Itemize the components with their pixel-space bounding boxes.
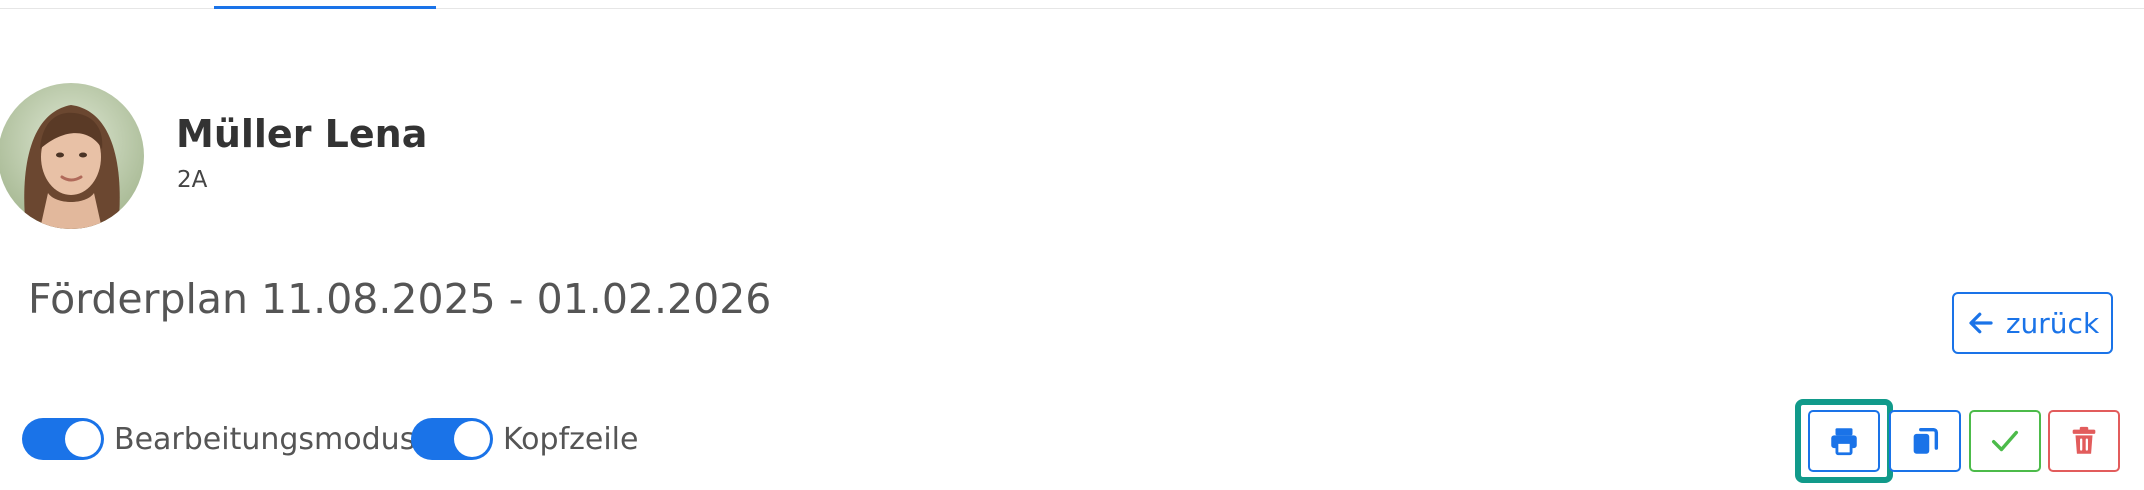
edit-mode-toggle-group: Bearbeitungsmodus (22, 418, 415, 460)
printer-icon (1831, 428, 1857, 456)
copy-icon (1913, 427, 1939, 454)
toggle-knob (454, 421, 490, 457)
active-tab-indicator (214, 6, 436, 9)
delete-button[interactable] (2048, 410, 2120, 472)
edit-mode-label: Bearbeitungsmodus (114, 421, 416, 457)
student-avatar (0, 83, 144, 229)
trash-icon (2072, 426, 2096, 454)
student-name: Müller Lena (176, 112, 428, 156)
edit-mode-toggle[interactable] (22, 418, 104, 460)
student-class: 2A (177, 167, 208, 193)
print-button[interactable] (1808, 410, 1880, 472)
arrow-left-icon (1969, 312, 1993, 334)
toggle-knob (65, 421, 101, 457)
avatar-portrait-icon (0, 83, 144, 229)
check-icon (1991, 430, 2019, 452)
page-title: Förderplan 11.08.2025 - 01.02.2026 (28, 275, 772, 323)
header-toggle-group: Kopfzeile (411, 418, 638, 460)
header-toggle[interactable] (411, 418, 493, 460)
copy-button[interactable] (1889, 410, 1961, 472)
header-label: Kopfzeile (503, 421, 639, 457)
confirm-button[interactable] (1969, 410, 2041, 472)
back-button[interactable]: zurück (1952, 292, 2113, 354)
back-button-label: zurück (2005, 306, 2100, 340)
